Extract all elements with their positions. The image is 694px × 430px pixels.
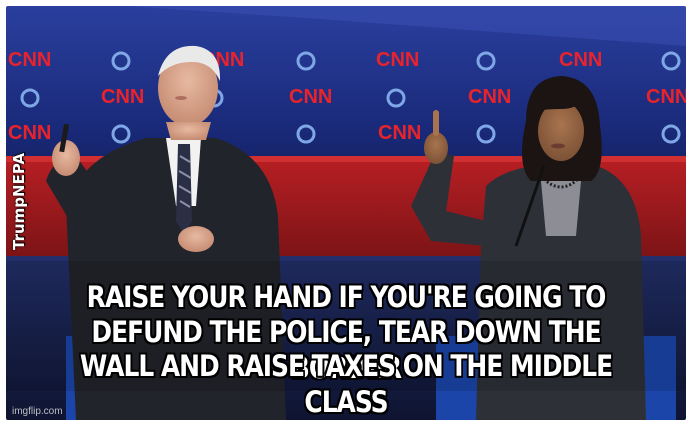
meme-image-frame: CNN CNN CNN CNN CNN CNN CNN CNN CNN CNN (6, 6, 686, 420)
svg-text:CNN: CNN (468, 86, 511, 108)
caption-line-3: WALL AND RAISE TAXES ON THE MIDDLE CLASS (79, 349, 613, 419)
imgflip-credit: imgflip.com (12, 406, 63, 417)
watermark-text: TrumpNEPA (10, 152, 28, 250)
svg-text:CNN: CNN (289, 86, 332, 108)
svg-text:CNN: CNN (646, 86, 686, 108)
caption-line-1: RAISE YOUR HAND IF YOU'RE GOING TO (86, 280, 607, 314)
svg-text:CNN: CNN (378, 122, 421, 144)
svg-text:CNN: CNN (559, 49, 602, 71)
svg-text:CNN: CNN (8, 122, 51, 144)
svg-text:CNN: CNN (8, 49, 51, 71)
svg-text:CNN: CNN (101, 86, 144, 108)
svg-text:CNN: CNN (376, 49, 419, 71)
